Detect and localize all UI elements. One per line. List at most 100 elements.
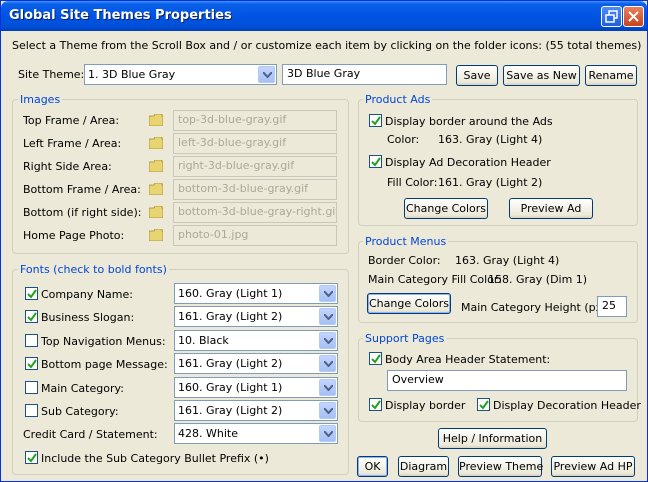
decoration-header-label: Display Decoration Header	[493, 399, 641, 412]
preview-ad-button[interactable]: Preview Ad	[509, 198, 593, 219]
bullet-prefix-checkbox[interactable]	[25, 451, 38, 464]
font-bold-checkbox[interactable]	[25, 404, 38, 417]
preview-theme-button[interactable]: Preview Theme	[458, 456, 543, 477]
font-bold-checkbox[interactable]	[25, 357, 38, 370]
font-color-select[interactable]: 428. White	[174, 423, 338, 444]
font-bold-checkbox[interactable]	[25, 381, 38, 394]
image-file-field[interactable]: left-3d-blue-gray.gif	[173, 133, 337, 154]
font-row-label: Sub Category:	[41, 405, 119, 418]
folder-icon[interactable]	[149, 229, 163, 241]
ad-color-label: Color:	[387, 133, 420, 146]
product-ads-title: Product Ads	[363, 93, 433, 106]
font-bold-checkbox[interactable]	[25, 310, 38, 323]
statement-input[interactable]: Overview	[387, 370, 627, 391]
font-bold-checkbox[interactable]	[25, 334, 38, 347]
font-color-select[interactable]: 161. Gray (Light 2)	[174, 353, 338, 374]
checkmark-icon	[479, 400, 489, 410]
dialog-window: Global Site Themes Properties Select a T…	[0, 0, 648, 482]
ad-border-checkbox[interactable]	[369, 114, 382, 127]
category-height-input[interactable]: 25	[597, 296, 627, 317]
restore-button[interactable]	[601, 6, 622, 27]
font-color-value: 161. Gray (Light 2)	[178, 357, 283, 370]
font-color-value: 428. White	[178, 427, 238, 440]
ad-header-label: Display Ad Decoration Header	[385, 156, 551, 169]
image-row-label: Bottom (if right side):	[23, 206, 142, 219]
ad-fill-label: Fill Color:	[387, 176, 438, 189]
close-icon	[628, 11, 639, 22]
diagram-button[interactable]: Diagram	[398, 456, 449, 477]
folder-icon[interactable]	[149, 160, 163, 172]
image-row-label: Home Page Photo:	[23, 229, 125, 242]
image-row-label: Right Side Area:	[23, 160, 112, 173]
ok-button[interactable]: OK	[357, 456, 388, 477]
image-file-field[interactable]: bottom-3d-blue-gray-right.gif	[173, 202, 337, 223]
font-color-select[interactable]: 160. Gray (Light 1)	[174, 283, 338, 304]
checkmark-icon	[27, 312, 37, 322]
bullet-prefix-label: Include the Sub Category Bullet Prefix (…	[41, 452, 269, 465]
folder-icon[interactable]	[149, 137, 163, 149]
decoration-header-checkbox[interactable]	[477, 398, 490, 411]
menus-change-colors-button[interactable]: Change Colors	[367, 293, 451, 314]
image-file-field[interactable]: photo-01.jpg	[173, 225, 337, 246]
window-title: Global Site Themes Properties	[9, 8, 232, 23]
image-file-field[interactable]: bottom-3d-blue-gray.gif	[173, 179, 337, 200]
restore-icon	[605, 10, 618, 23]
chevron-down-icon[interactable]	[319, 425, 336, 442]
ad-color-value: 163. Gray (Light 4)	[438, 133, 543, 146]
save-button[interactable]: Save	[456, 65, 498, 86]
display-border-checkbox[interactable]	[369, 398, 382, 411]
image-file-field[interactable]: top-3d-blue-gray.gif	[173, 110, 337, 131]
site-theme-select[interactable]: 1. 3D Blue Gray	[84, 64, 277, 85]
checkmark-icon	[371, 116, 381, 126]
font-color-value: 161. Gray (Light 2)	[178, 404, 283, 417]
ad-fill-value: 161. Gray (Light 2)	[438, 176, 543, 189]
ads-change-colors-button[interactable]: Change Colors	[404, 198, 488, 219]
checkmark-icon	[371, 354, 381, 364]
image-file-field[interactable]: right-3d-blue-gray.gif	[173, 156, 337, 177]
chevron-down-icon[interactable]	[319, 355, 336, 372]
preview-ad-hp-button[interactable]: Preview Ad HP	[551, 456, 635, 477]
display-border-label: Display border	[385, 399, 466, 412]
font-row-label: Company Name:	[41, 288, 133, 301]
ad-border-label: Display border around the Ads	[385, 115, 553, 128]
folder-icon[interactable]	[149, 206, 163, 218]
font-color-value: 160. Gray (Light 1)	[178, 381, 283, 394]
menu-border-value: 163. Gray (Light 4)	[455, 254, 560, 267]
font-color-select[interactable]: 10. Black	[174, 330, 338, 351]
font-row-label: Top Navigation Menus:	[41, 335, 166, 348]
site-theme-label: Site Theme:	[18, 68, 85, 81]
folder-icon[interactable]	[149, 183, 163, 195]
product-menus-title: Product Menus	[363, 235, 449, 248]
chevron-down-icon[interactable]	[319, 379, 336, 396]
site-theme-value: 1. 3D Blue Gray	[88, 68, 176, 81]
font-color-select[interactable]: 160. Gray (Light 1)	[174, 377, 338, 398]
menu-fill-value: 158. Gray (Dim 1)	[488, 273, 588, 286]
rename-button[interactable]: Rename	[585, 65, 637, 86]
font-row-label: Business Slogan:	[41, 311, 135, 324]
folder-icon[interactable]	[149, 114, 163, 126]
chevron-down-icon[interactable]	[319, 402, 336, 419]
font-row-label: Bottom page Message:	[41, 358, 168, 371]
chevron-down-icon[interactable]	[258, 66, 275, 83]
font-color-select[interactable]: 161. Gray (Light 2)	[174, 306, 338, 327]
help-button[interactable]: Help / Information	[438, 428, 547, 449]
save-as-new-button[interactable]: Save as New	[503, 65, 580, 86]
chevron-down-icon[interactable]	[319, 285, 336, 302]
theme-name-input[interactable]: 3D Blue Gray	[282, 64, 447, 85]
image-row-label: Left Frame / Area:	[23, 137, 122, 150]
statement-checkbox[interactable]	[369, 352, 382, 365]
font-color-value: 10. Black	[178, 334, 229, 347]
font-bold-checkbox[interactable]	[25, 287, 38, 300]
font-row-label: Credit Card / Statement:	[23, 428, 158, 441]
chevron-down-icon[interactable]	[319, 332, 336, 349]
support-pages-title: Support Pages	[363, 332, 447, 345]
font-row-label: Main Category:	[41, 382, 124, 395]
ad-header-checkbox[interactable]	[369, 155, 382, 168]
close-button[interactable]	[623, 6, 644, 27]
fonts-group-title: Fonts (check to bold fonts)	[18, 263, 169, 276]
title-bar[interactable]: Global Site Themes Properties	[1, 1, 647, 31]
font-color-select[interactable]: 161. Gray (Light 2)	[174, 400, 338, 421]
checkmark-icon	[371, 400, 381, 410]
chevron-down-icon[interactable]	[319, 308, 336, 325]
statement-label: Body Area Header Statement:	[385, 353, 551, 366]
